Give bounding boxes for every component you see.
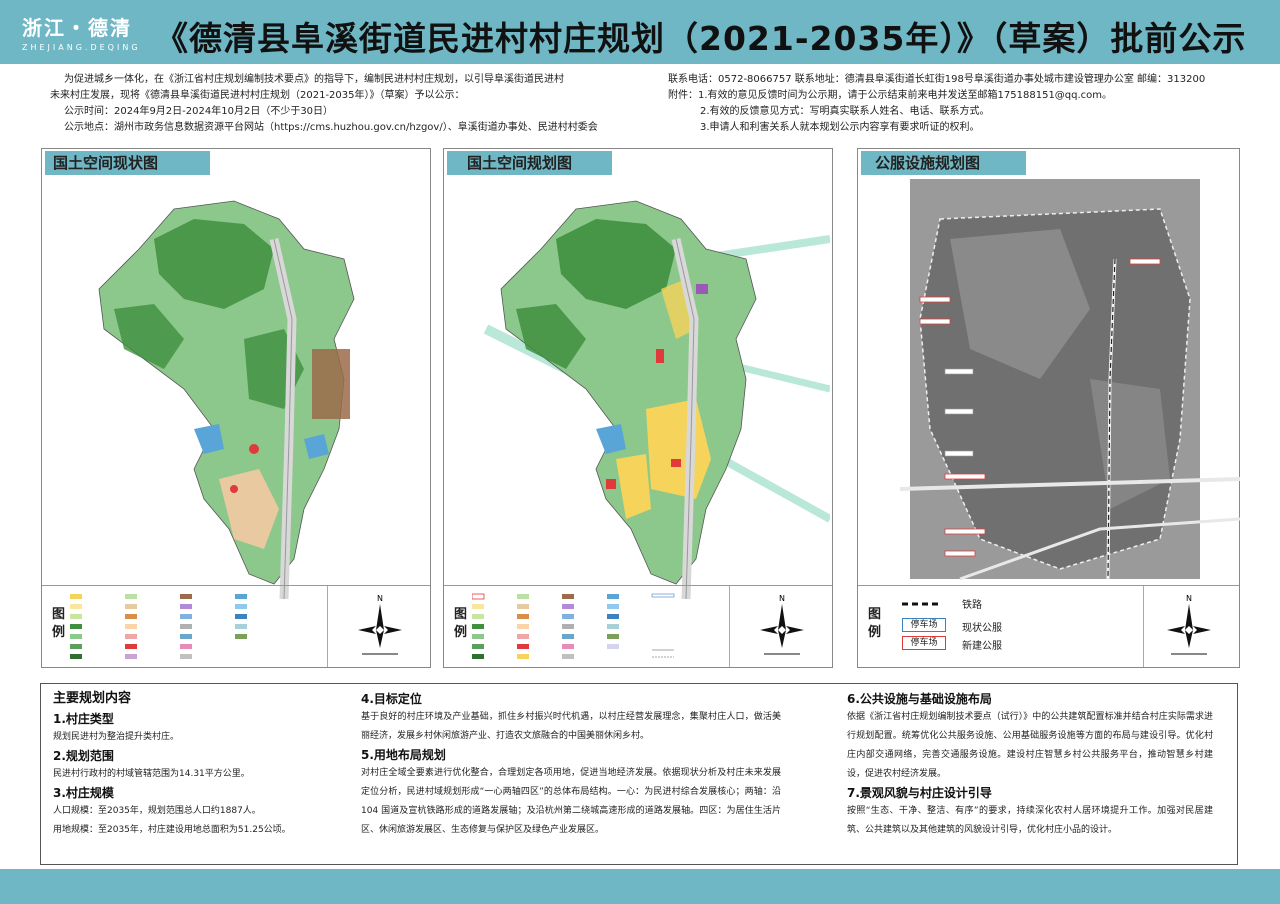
content-col-1: 主要规划内容 1.村庄类型 规划民进村为整治提升类村庄。 2.规划范围 民进村行… xyxy=(53,688,353,840)
legend-swatches xyxy=(70,594,247,659)
section-3-text-2: 用地规模：至2035年，村庄建设用地总面积为51.25公顷。 xyxy=(53,825,291,835)
intro-line2: 未来村庄发展，现将《德清县阜溪街道民进村村庄规划（2021-2035年）》（草案… xyxy=(50,90,465,101)
section-1-text: 规划民进村为整治提升类村庄。 xyxy=(53,732,180,742)
legend-railway-label: 铁路 xyxy=(962,600,982,611)
content-col-3: 6.公共设施与基础设施布局 依据《浙江省村庄规划编制技术要点（试行）》中的公共建… xyxy=(847,690,1213,840)
panel-title-current: 国土空间现状图 xyxy=(45,151,210,175)
section-6-title: 6.公共设施与基础设施布局 xyxy=(847,692,992,706)
intro-line1: 为促进城乡一体化，在《浙江省村庄规划编制技术要点》的指导下，编制民进村村庄规划，… xyxy=(64,74,564,85)
north-arrow-icon: N xyxy=(760,594,804,655)
intro-notice: 为促进城乡一体化，在《浙江省村庄规划编制技术要点》的指导下，编制民进村村庄规划，… xyxy=(42,72,642,136)
railway-legend-icon xyxy=(902,602,942,606)
legend-divider xyxy=(1143,586,1144,667)
content-col-2: 4.目标定位 基于良好的村庄环境及产业基础，抓住乡村振兴时代机遇，以村庄经营发展… xyxy=(361,690,781,840)
legend-current: 图例 N xyxy=(42,585,430,667)
north-arrow-icon: N xyxy=(358,594,402,655)
panel-title-planning: 国土空间规划图 xyxy=(447,151,612,175)
logo: 浙江・德清 ZHEJIANG.DEQING xyxy=(22,12,141,52)
logo-line2: ZHEJIANG.DEQING xyxy=(22,43,141,52)
main-content-box: 主要规划内容 1.村庄类型 规划民进村为整治提升类村庄。 2.规划范围 民进村行… xyxy=(40,683,1238,865)
section-5-title: 5.用地布局规划 xyxy=(361,748,446,762)
legend-label: 图例 xyxy=(454,607,468,640)
legend-existing-label: 现状公服 xyxy=(962,623,1002,634)
section-7-title: 7.景观风貌与村庄设计引导 xyxy=(847,786,992,800)
section-4-text: 基于良好的村庄环境及产业基础，抓住乡村振兴时代机遇，以村庄经营发展理念，集聚村庄… xyxy=(361,712,781,741)
section-1-title: 1.村庄类型 xyxy=(53,712,114,726)
north-arrow-icon: N xyxy=(1167,594,1211,655)
section-3-text-1: 人口规模：至2035年，规划范围总人口约1887人。 xyxy=(53,806,261,816)
section-3-title: 3.村庄规模 xyxy=(53,786,114,800)
logo-line1: 浙江・德清 xyxy=(22,16,132,40)
svg-text:N: N xyxy=(1186,594,1192,603)
legend-planning: 图例 N xyxy=(444,585,832,667)
panel-planning-map: 图例 N xyxy=(443,148,833,668)
intro-time: 公示时间：2024年9月2日-2024年10月2日（不少于30日） xyxy=(64,106,334,117)
attachment-2: 2.有效的反馈意见方式：写明真实联系人姓名、电话、联系方式。 xyxy=(700,106,990,117)
contact-line: 联系电话：0572-8066757 联系地址：德清县阜溪街道长虹街198号阜溪街… xyxy=(668,74,1206,85)
planning-landuse-map[interactable] xyxy=(446,179,830,609)
public-facilities-map[interactable] xyxy=(858,179,1242,609)
intro-place: 公示地点：湖州市政务信息数据资源平台网站（https://cms.huzhou.… xyxy=(64,122,598,133)
legend-label: 图例 xyxy=(868,607,882,640)
footer-band xyxy=(0,869,1280,904)
legend-swatches xyxy=(472,593,675,659)
section-5-text: 对村庄全域全要素进行优化整合，合理划定各项用地，促进当地经济发展。依据现状分析及… xyxy=(361,768,781,835)
legend-parking-existing: 停车场 xyxy=(902,618,946,632)
panel-title-public: 公服设施规划图 xyxy=(861,151,1026,175)
section-6-text: 依据《浙江省村庄规划编制技术要点（试行）》中的公共建筑配置标准并结合村庄实际需求… xyxy=(847,712,1213,779)
panel-public-facilities-map: 图例 铁路 停车场 现状公服 停车场 新建公服 N xyxy=(857,148,1242,668)
section-2-title: 2.规划范围 xyxy=(53,749,114,763)
header-banner: 浙江・德清 ZHEJIANG.DEQING 《德清县阜溪街道民进村村庄规划（20… xyxy=(0,0,1280,64)
section-7-text: 按照“生态、干净、整洁、有序”的要求，持续深化农村人居环境提升工作。加强对民居建… xyxy=(847,806,1213,835)
legend-divider xyxy=(327,586,328,667)
legend-label: 图例 xyxy=(52,607,66,640)
current-landuse-map[interactable] xyxy=(44,179,428,609)
svg-text:N: N xyxy=(779,594,785,603)
contact-info: 联系电话：0572-8066757 联系地址：德清县阜溪街道长虹街198号阜溪街… xyxy=(668,72,1268,136)
legend-new-label: 新建公服 xyxy=(962,641,1002,652)
legend-parking-new: 停车场 xyxy=(902,636,946,650)
section-4-title: 4.目标定位 xyxy=(361,692,422,706)
legend-divider xyxy=(729,586,730,667)
svg-text:N: N xyxy=(377,594,383,603)
legend-public: 图例 铁路 停车场 现状公服 停车场 新建公服 N xyxy=(858,585,1239,667)
section-2-text: 民进村行政村的村域管辖范围为14.31平方公里。 xyxy=(53,769,250,779)
panel-current-map: 图例 N xyxy=(41,148,431,668)
attachment-3: 3.申请人和利害关系人就本规划公示内容享有要求听证的权利。 xyxy=(700,122,980,133)
content-heading: 主要规划内容 xyxy=(53,691,132,706)
attachment-1: 附件：1.有效的意见反馈时间为公示期，请于公示结束前来电并发送至邮箱175188… xyxy=(668,90,1113,101)
page-title: 《德清县阜溪街道民进村村庄规划（2021-2035年）》（草案）批前公示 xyxy=(155,19,1247,58)
